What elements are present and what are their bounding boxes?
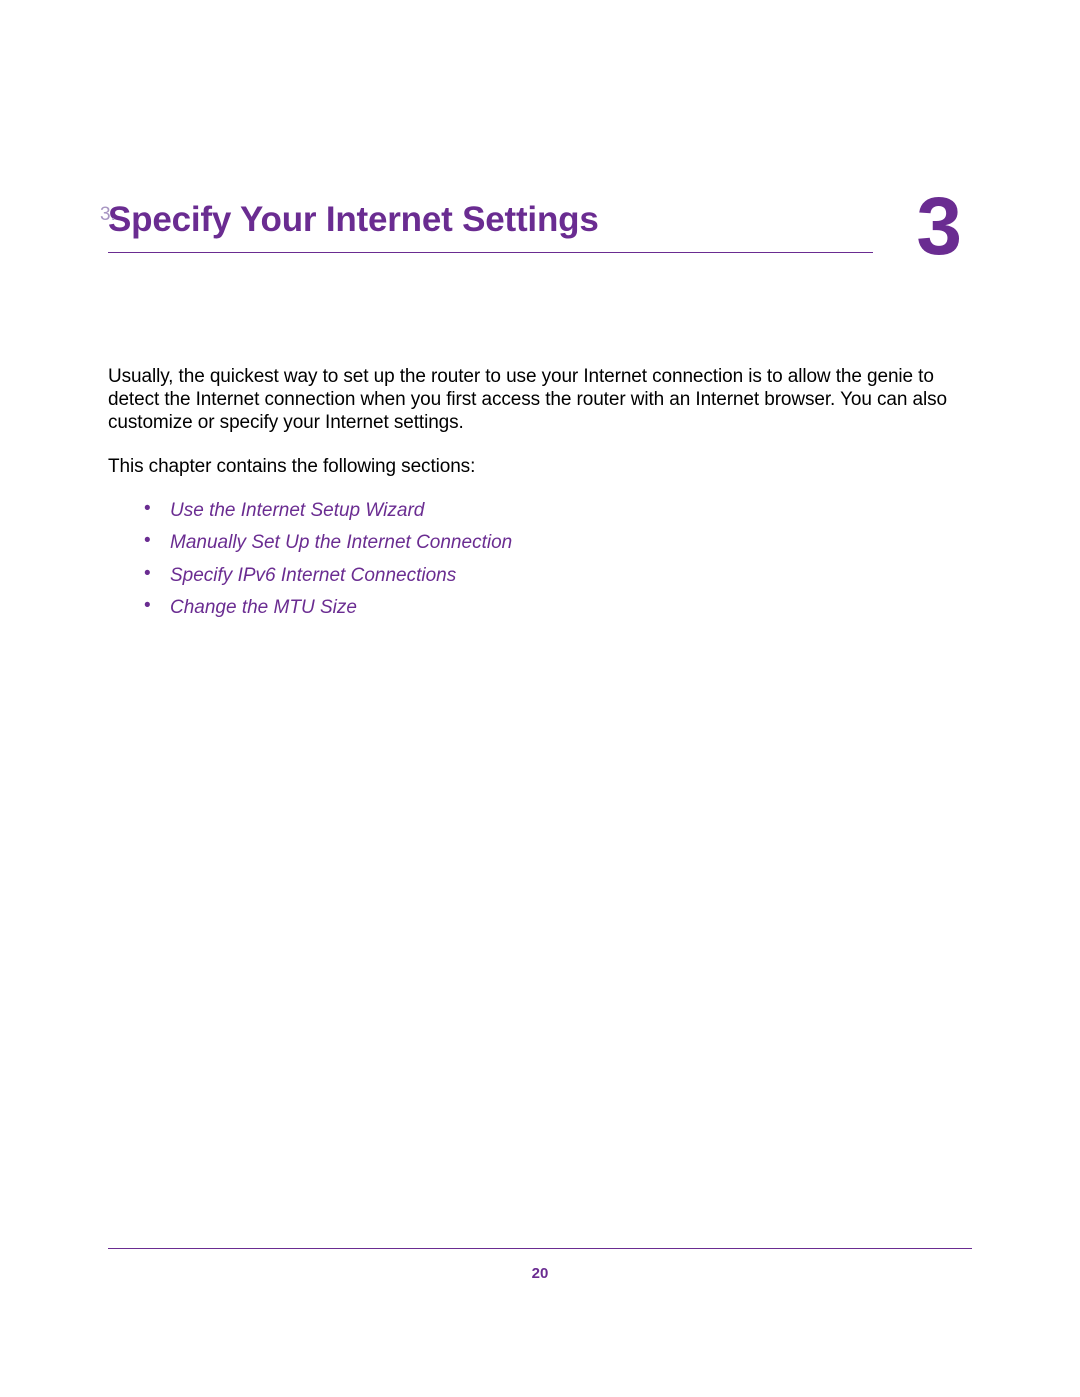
page-number: 20 [108,1265,972,1282]
chapter-number: 3 [916,186,962,268]
list-item: Use the Internet Setup Wizard [144,498,972,525]
section-list: Use the Internet Setup Wizard Manually S… [144,498,972,622]
chapter-header: 3. Specify Your Internet Settings 3 [108,200,972,253]
link-mtu[interactable]: Change the MTU Size [170,597,357,618]
sections-intro: This chapter contains the following sect… [108,455,972,478]
list-item: Manually Set Up the Internet Connection [144,530,972,557]
body-content: Usually, the quickest way to set up the … [108,365,972,622]
list-item: Specify IPv6 Internet Connections [144,563,972,590]
chapter-marker: 3. [100,204,116,226]
footer-rule [108,1248,972,1249]
intro-paragraph: Usually, the quickest way to set up the … [108,365,972,435]
link-manual-setup[interactable]: Manually Set Up the Internet Connection [170,532,512,553]
chapter-title: Specify Your Internet Settings [108,200,972,250]
link-ipv6[interactable]: Specify IPv6 Internet Connections [170,565,456,586]
title-rule [108,252,873,253]
page-container: 3. Specify Your Internet Settings 3 Usua… [108,0,972,1397]
list-item: Change the MTU Size [144,595,972,622]
link-internet-setup-wizard[interactable]: Use the Internet Setup Wizard [170,500,424,521]
